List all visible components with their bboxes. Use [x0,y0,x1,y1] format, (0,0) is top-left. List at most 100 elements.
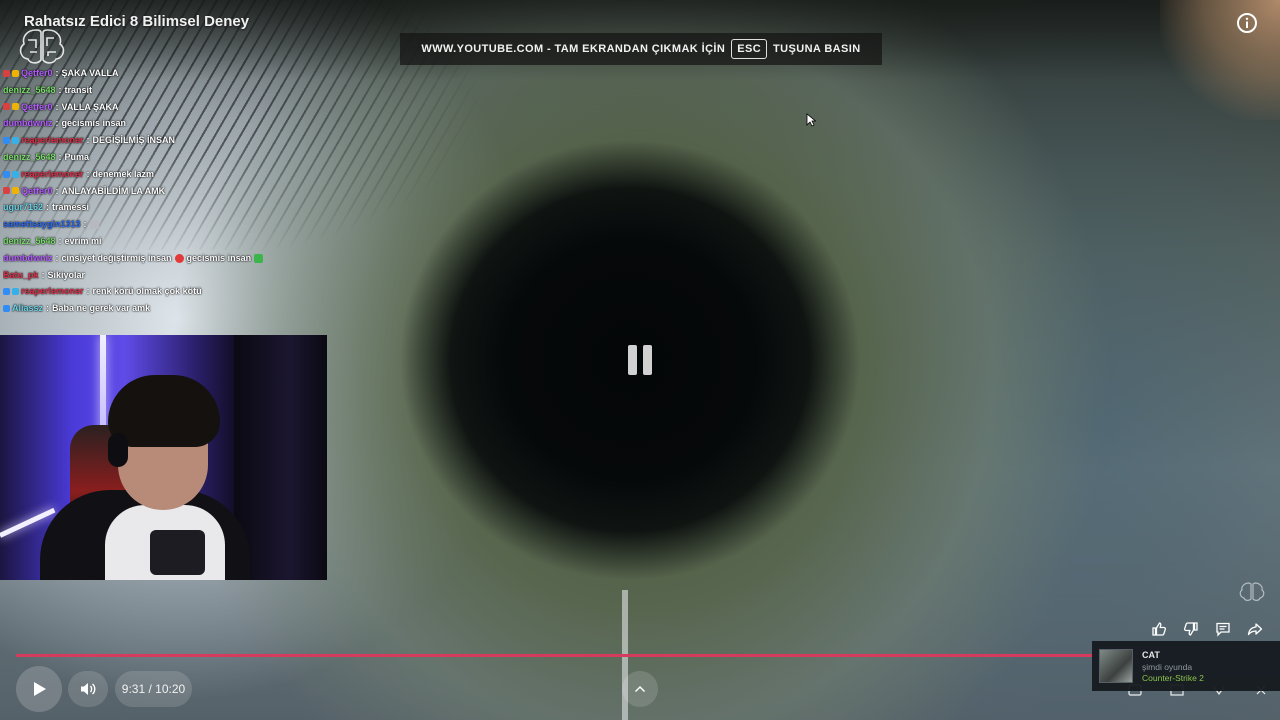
chat-separator: : [58,84,62,95]
emote-icon [89,220,99,230]
chat-username[interactable]: Aliassz [12,300,43,317]
chat-username[interactable]: Batu_pk [3,267,39,284]
chat-username[interactable]: reaperlemoner [21,283,84,300]
chat-separator: : [55,252,59,263]
steam-notification[interactable]: CAT şimdi oyunda Counter-Strike 2 [1092,641,1280,691]
user-badge-icon [3,137,10,145]
chat-username[interactable]: reaperlemoner [21,166,84,183]
chat-username[interactable]: dumbdwniz [3,115,53,132]
user-badge-icon [3,170,10,178]
chat-message: dumbdwniz: gecismis insan [3,115,333,132]
comment-icon [1216,622,1230,637]
esc-key-hint: ESC [731,39,768,59]
info-icon[interactable] [1236,12,1258,34]
fullscreen-exit-banner: WWW.YOUTUBE.COM - TAM EKRANDAN ÇIKMAK İÇ… [400,33,882,65]
action-buttons [1146,619,1268,639]
chat-separator: : [83,219,87,230]
video-title: Rahatsız Edici 8 Bilimsel Deney [24,13,250,30]
chat-username[interactable]: ugur7162 [3,199,43,216]
chevron-up-icon [634,685,646,693]
chat-text: gecismis insan [186,252,252,263]
user-badge-icon [3,288,10,296]
chat-text: Puma [64,151,90,162]
cursor-icon [806,113,816,127]
chat-separator: : [86,168,90,179]
chat-separator: : [41,269,45,280]
emote-icon [174,253,184,263]
friend-name: CAT [1142,649,1160,660]
chat-username[interactable]: denizz_5648 [3,82,56,99]
chat-text: transit [64,84,93,95]
share-icon [1247,623,1263,636]
chat-text: tramessi [52,202,90,213]
chat-username[interactable]: Qetfer0 [21,65,53,82]
user-badge-icon [12,288,19,296]
user-badge-icon [12,187,19,195]
chat-username[interactable]: Qetfer0 [21,99,53,116]
user-badge-icon [12,137,19,145]
play-button[interactable] [16,666,62,712]
chat-username[interactable]: Qetfer0 [21,183,53,200]
video-skin-corner [1160,0,1280,120]
chat-separator: : [46,202,50,213]
chat-text: cinsiyet değiştirmiş insan [61,252,172,263]
chat-text: ŞAKA VALLA [61,68,119,78]
chat-message: Qetfer0: VALLA ŞAKA [3,99,333,116]
chat-text: DEGİŞİLMİŞ İNSAN [92,135,176,146]
chat-message: Qetfer0: ŞAKA VALLA [3,65,333,82]
channel-watermark-icon[interactable] [1238,580,1266,608]
chat-message: samettsaygin1313: [3,216,333,233]
play-icon [34,682,46,696]
chat-username[interactable]: denizz_5648 [3,233,56,250]
chat-separator: : [55,118,59,129]
chat-message: denizz_5648: Puma [3,149,333,166]
chat-text: denemek lazm [92,168,155,179]
chat-separator: : [55,68,59,78]
chat-username[interactable]: dumbdwniz [3,250,53,267]
comments-button[interactable] [1210,619,1236,639]
chat-message: Batu_pk: Sikiyolar [3,267,333,284]
volume-icon [81,683,96,695]
chat-username[interactable]: reaperlemoner [21,132,84,149]
friend-avatar [1099,649,1133,683]
chat-text: VALLA ŞAKA [61,101,119,112]
user-badge-icon [3,69,10,77]
more-videos-button[interactable] [622,671,658,707]
chat-username[interactable]: denizz_5648 [3,149,56,166]
volume-button[interactable] [68,671,108,707]
like-icon [1152,622,1167,636]
chat-text: Sikiyolar [47,269,86,280]
chat-text: renk körü olmak çok kötü [92,286,202,297]
user-badge-icon [3,305,10,313]
chat-message: denizz_5648: transit [3,82,333,99]
chat-separator: : [55,185,59,196]
chat-separator: : [86,286,90,297]
progress-bar[interactable] [16,654,1096,657]
chat-username[interactable]: samettsaygin1313 [3,216,81,233]
share-button[interactable] [1242,619,1268,639]
dislike-button[interactable] [1178,619,1204,639]
chat-text: gecismis insan [61,118,127,129]
banner-text-after: TUŞUNA BASIN [773,43,861,55]
chat-message: reaperlemoner: renk körü olmak çok kötü [3,283,333,300]
friend-status: şimdi oyunda [1142,661,1193,672]
streamer-webcam [0,335,327,580]
chat-separator: : [58,235,62,246]
chat-overlay: Qetfer0: ŞAKA VALLA denizz_5648: transit Qet… [3,65,333,335]
pause-icon [628,345,652,375]
emote-icon [254,253,264,263]
friend-game: Counter-Strike 2 [1142,672,1204,683]
user-badge-icon [3,187,10,195]
chat-text: evrim mi [64,235,102,246]
dislike-icon [1183,622,1198,636]
chat-message: Qetfer0: ANLAYABİLDİM LA AMK [3,183,333,200]
chat-message: reaperlemoner: denemek lazm [3,166,333,183]
like-button[interactable] [1146,619,1172,639]
chat-separator: : [55,101,59,112]
chat-message: reaperlemoner: DEGİŞİLMİŞ İNSAN [3,132,333,149]
chat-separator: : [58,151,62,162]
user-badge-icon [3,103,10,111]
banner-text-before: WWW.YOUTUBE.COM - TAM EKRANDAN ÇIKMAK İÇ… [421,43,726,55]
chat-separator: : [46,303,50,314]
chat-separator: : [86,135,90,146]
